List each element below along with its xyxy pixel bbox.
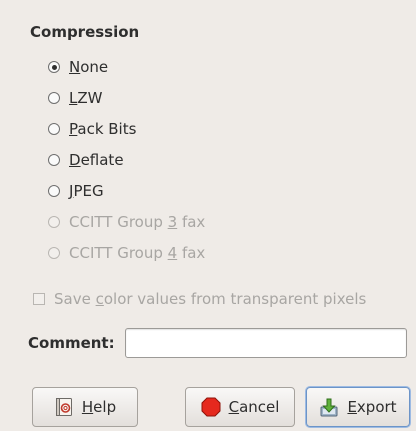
radio-deflate[interactable]: Deflate	[48, 148, 124, 172]
radio-label: None	[69, 58, 109, 76]
radio-label: JPEG	[69, 182, 104, 200]
radio-button	[48, 216, 60, 228]
export-label: Export	[347, 398, 397, 416]
cancel-button[interactable]: Cancel	[185, 387, 295, 427]
radio-label: CCITT Group 3 fax	[69, 213, 206, 231]
radio-label: Pack Bits	[69, 120, 137, 138]
radio-lzw[interactable]: LZW	[48, 86, 102, 110]
radio-button[interactable]	[48, 92, 60, 104]
radio-button[interactable]	[48, 123, 60, 135]
radio-label: CCITT Group 4 fax	[69, 244, 206, 262]
comment-input[interactable]	[125, 328, 407, 358]
radio-label: Deflate	[69, 151, 124, 169]
cancel-stop-icon	[201, 397, 221, 417]
help-button[interactable]: Help	[32, 387, 138, 427]
radio-button	[48, 247, 60, 259]
radio-button[interactable]	[48, 61, 60, 73]
comment-label: Comment:	[28, 334, 115, 352]
radio-button[interactable]	[48, 154, 60, 166]
export-button[interactable]: Export	[306, 387, 410, 427]
save-color-checkbox-row: Save color values from transparent pixel…	[33, 287, 366, 311]
radio-pack-bits[interactable]: Pack Bits	[48, 117, 136, 141]
export-icon	[320, 398, 338, 417]
radio-ccitt-group-4: CCITT Group 4 fax	[48, 241, 205, 265]
radio-none[interactable]: None	[48, 55, 108, 79]
help-label: Help	[81, 398, 117, 416]
compression-heading: Compression	[30, 23, 140, 41]
save-color-checkbox	[33, 293, 45, 305]
help-book-icon	[55, 398, 72, 416]
radio-ccitt-group-3: CCITT Group 3 fax	[48, 210, 205, 234]
save-color-label: Save color values from transparent pixel…	[54, 290, 367, 308]
radio-jpeg[interactable]: JPEG	[48, 179, 104, 203]
radio-button[interactable]	[48, 185, 60, 197]
cancel-label: Cancel	[228, 398, 280, 416]
radio-label: LZW	[69, 89, 103, 107]
